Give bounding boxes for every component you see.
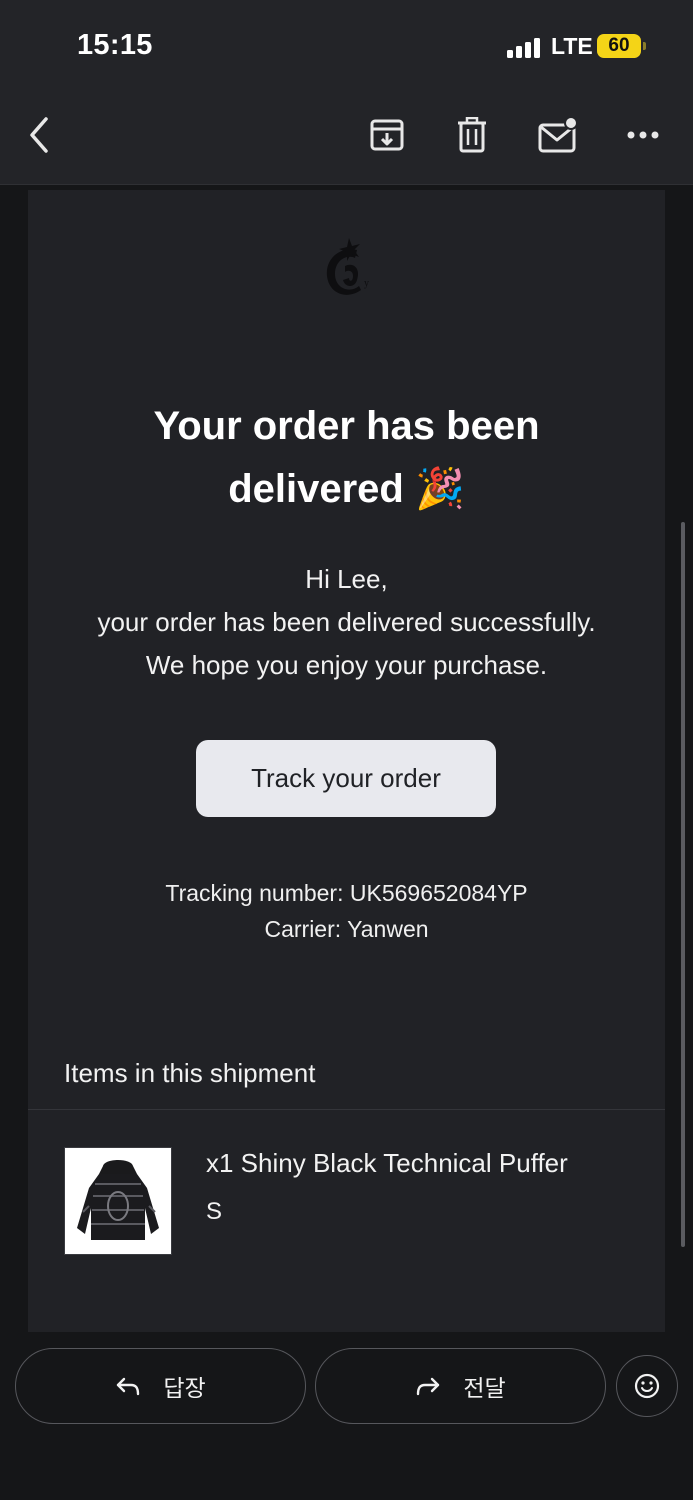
svg-text:y: y (364, 278, 369, 289)
item-name[interactable]: x1 Shiny Black Technical Puffer (206, 1148, 568, 1179)
back-icon[interactable] (16, 112, 62, 158)
status-time: 15:15 (77, 29, 153, 61)
reply-icon (117, 1377, 140, 1396)
battery-icon: 60 (597, 34, 641, 58)
reply-button[interactable]: 답장 (15, 1348, 306, 1424)
message-line-1: your order has been delivered successful… (97, 607, 596, 637)
tracking-info: Tracking number: UK569652084YP Carrier: … (28, 875, 665, 947)
email-headline: Your order has been delivered 🎉 (28, 395, 665, 521)
headline-line-2: delivered 🎉 (28, 458, 665, 521)
more-icon[interactable] (620, 112, 666, 158)
status-bar: 15:15 LTE 60 (0, 0, 693, 92)
message-line-2: We hope you enjoy your purchase. (145, 650, 548, 680)
items-section-title: Items in this shipment (64, 1058, 316, 1088)
scrollbar[interactable] (681, 522, 685, 1247)
signal-icon (507, 36, 543, 58)
greeting-text: Hi Lee, (305, 564, 388, 594)
forward-button[interactable]: 전달 (315, 1348, 606, 1424)
party-popper-icon: 🎉 (414, 467, 465, 511)
email-toolbar (0, 92, 693, 185)
email-message: Hi Lee, your order has been delivered su… (28, 558, 665, 687)
tracking-number: Tracking number: UK569652084YP (165, 880, 528, 906)
forward-label: 전달 (463, 1375, 506, 1401)
battery-tip (643, 42, 646, 50)
smiley-icon (634, 1373, 660, 1399)
carrier-name: Carrier: Yanwen (264, 916, 429, 942)
track-order-button[interactable]: Track your order (196, 740, 496, 817)
network-label: LTE (551, 33, 593, 59)
forward-icon (417, 1377, 440, 1396)
emoji-reaction-button[interactable] (616, 1355, 678, 1417)
mark-unread-icon[interactable] (535, 112, 581, 158)
headline-line-1: Your order has been (153, 404, 540, 448)
reply-label: 답장 (163, 1375, 206, 1401)
headline-delivered: delivered (228, 467, 404, 511)
trash-icon[interactable] (449, 112, 495, 158)
email-body: y Your order has been delivered 🎉 Hi Lee… (28, 190, 665, 1332)
item-size: S (206, 1198, 223, 1225)
product-thumbnail[interactable] (64, 1147, 172, 1255)
brand-logo-icon: y (319, 236, 379, 306)
archive-icon[interactable] (364, 112, 410, 158)
divider (28, 1109, 665, 1110)
